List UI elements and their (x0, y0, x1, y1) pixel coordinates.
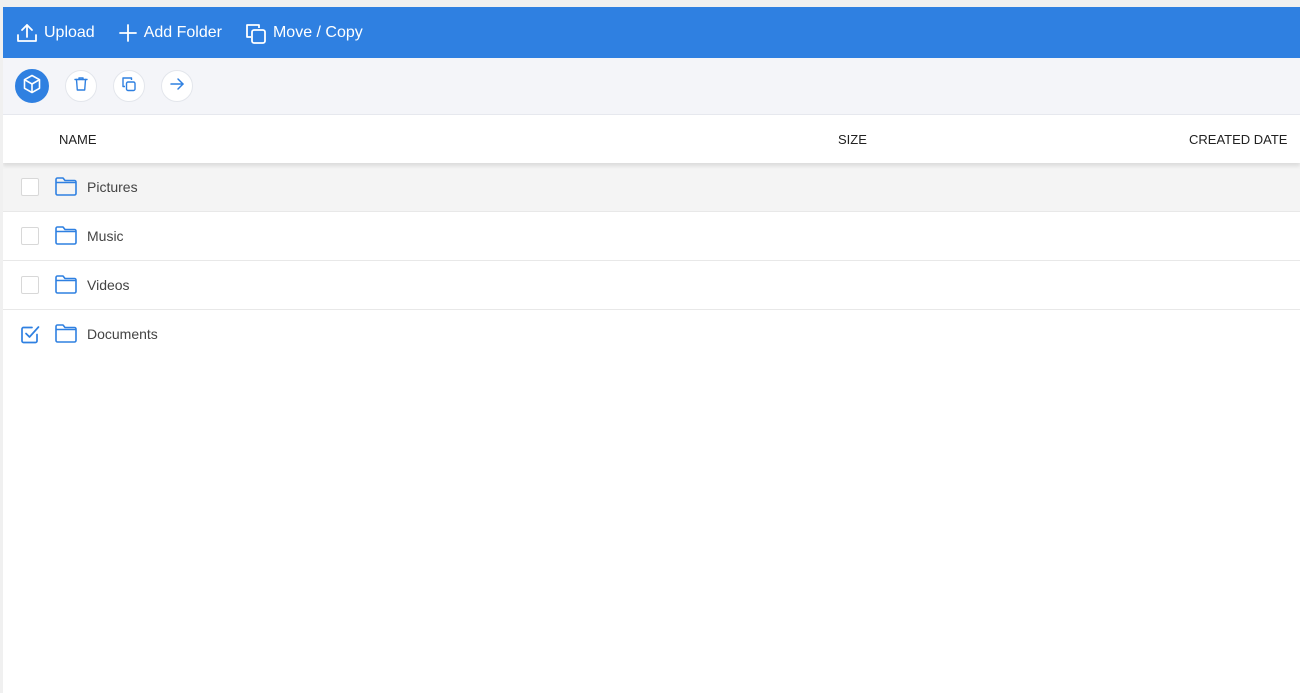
upload-icon (16, 22, 38, 44)
add-folder-button[interactable]: Add Folder (118, 23, 222, 43)
top-toolbar: Upload Add Folder Move / Copy (3, 7, 1300, 58)
copy-icon (245, 22, 267, 44)
arrow-right-icon (169, 76, 185, 97)
cube-icon (22, 74, 42, 99)
duplicate-button[interactable] (113, 70, 145, 102)
upload-button[interactable]: Upload (16, 22, 95, 44)
table-row[interactable]: Documents (3, 310, 1300, 358)
move-copy-label: Move / Copy (272, 23, 363, 41)
folder-icon (55, 226, 77, 250)
add-folder-label: Add Folder (143, 23, 222, 41)
folder-name[interactable]: Pictures (87, 179, 138, 195)
table-row[interactable]: Videos (3, 261, 1300, 310)
column-name-header[interactable]: NAME (59, 132, 97, 147)
row-checkbox[interactable] (21, 178, 39, 196)
folder-icon (55, 177, 77, 201)
file-list: Pictures Music Videos Documents (3, 163, 1300, 358)
folder-name[interactable]: Documents (87, 326, 158, 342)
column-created-date-header[interactable]: CREATED DATE (1189, 132, 1287, 147)
folder-icon (55, 275, 77, 299)
table-row[interactable]: Music (3, 212, 1300, 261)
select-all-button[interactable] (15, 69, 49, 103)
folder-name[interactable]: Music (87, 228, 124, 244)
file-manager: Upload Add Folder Move / Copy NAME SIZE … (3, 7, 1300, 693)
copy-icon (121, 76, 137, 97)
action-bar (3, 58, 1300, 115)
folder-icon (55, 324, 77, 348)
upload-label: Upload (44, 23, 95, 41)
row-checkbox[interactable] (21, 227, 39, 245)
table-header: NAME SIZE CREATED DATE (3, 115, 1300, 163)
move-button[interactable] (161, 70, 193, 102)
table-row[interactable]: Pictures (3, 163, 1300, 212)
row-checkbox[interactable] (21, 276, 39, 294)
delete-button[interactable] (65, 70, 97, 102)
move-copy-button[interactable]: Move / Copy (245, 22, 363, 44)
column-size-header[interactable]: SIZE (838, 132, 867, 147)
row-checkbox-checked[interactable] (21, 325, 40, 344)
trash-icon (73, 76, 89, 97)
folder-name[interactable]: Videos (87, 277, 130, 293)
plus-icon (118, 23, 138, 43)
